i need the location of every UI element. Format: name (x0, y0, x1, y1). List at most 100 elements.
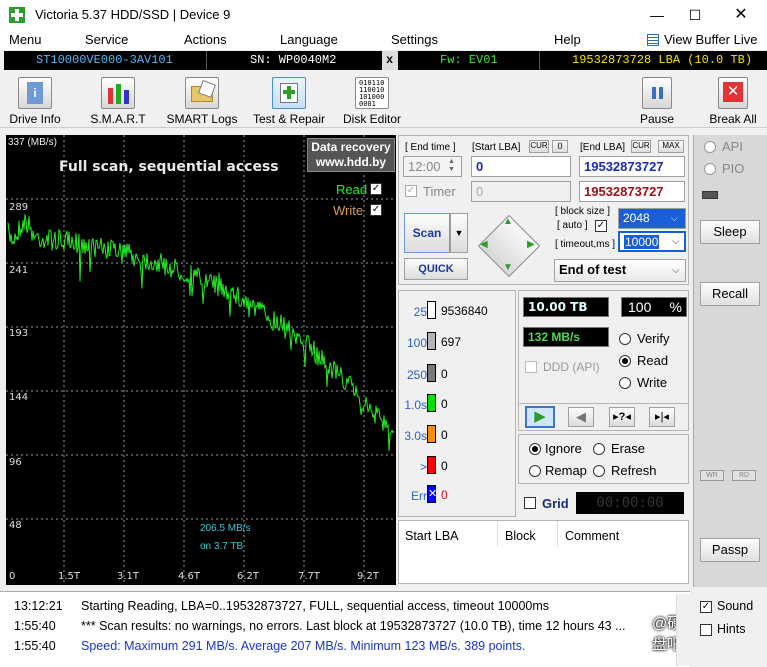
legend-swatch (427, 394, 436, 412)
sound-checkbox[interactable]: ✓ (700, 601, 712, 613)
end-max-button[interactable]: MAX (658, 140, 684, 153)
latency-legend-panel: 25 9536840 100 697 250 0 1.0s 0 3.0s 0 >0 Err ✕ 0 (398, 290, 516, 517)
view-buffer-live[interactable]: View Buffer Live (664, 32, 757, 47)
left-arrow-icon[interactable]: ◀ (480, 239, 488, 250)
log-row: 1:55:40 Speed: Maximum 291 MB/s. Average … (0, 635, 690, 655)
recall-button[interactable]: Recall (700, 282, 760, 306)
drive-capacity: 19532873728 LBA (10.0 TB) (572, 53, 753, 67)
pause-button[interactable]: Pause (632, 74, 682, 128)
end-cur-button[interactable]: CUR (631, 140, 651, 153)
write-legend-label: Write (333, 203, 364, 218)
block-size-label: [ block size ] (555, 206, 611, 217)
log-time: 1:55:40 (14, 639, 56, 653)
scan-dropdown-icon[interactable]: ▼ (450, 213, 468, 253)
timer-checkbox[interactable]: ✓ (405, 185, 417, 197)
end-of-test-select[interactable]: End of test (554, 259, 686, 282)
y-tick-label: 289 (9, 202, 29, 213)
passp-button[interactable]: Passp (700, 538, 760, 562)
verify-radio[interactable] (619, 333, 631, 345)
chevron-down-icon[interactable]: ⌵ (672, 236, 680, 247)
legend-label: 3.0s (404, 429, 427, 443)
smart-logs-button[interactable]: SMART Logs (165, 74, 239, 128)
timer-label: Timer (423, 184, 456, 199)
write-radio[interactable] (619, 377, 631, 389)
drive-serial: SN: WP0040M2 (250, 53, 337, 67)
end-time-label: [ End time ] (405, 142, 456, 153)
verify-label: Verify (637, 331, 670, 346)
sound-label: Sound (717, 599, 754, 613)
end-lba-input[interactable]: 19532873727 (579, 156, 685, 177)
start-lba-input[interactable]: 0 (471, 156, 571, 177)
legend-count: 9536840 (441, 304, 488, 318)
right-arrow-icon[interactable]: ▶ (527, 239, 535, 250)
log-panel: 13:12:21 Starting Reading, LBA=0..1953287… (0, 591, 690, 667)
menu-menu[interactable]: Menu (9, 32, 42, 47)
hdd-by-badge: Data recovery www.hdd.by (307, 138, 395, 172)
rd-button[interactable]: RD (732, 470, 756, 481)
erase-radio[interactable] (593, 443, 605, 455)
y-tick-label: 241 (9, 265, 29, 276)
legend-row: 3.0s 0 (399, 425, 519, 449)
refresh-radio[interactable] (593, 465, 605, 477)
ignore-radio[interactable] (529, 443, 541, 455)
legend-swatch (427, 456, 436, 474)
read-legend-label: Read (336, 182, 368, 197)
menu-help[interactable]: Help (554, 32, 581, 47)
grid-checkbox[interactable] (524, 497, 536, 509)
start-zero-button[interactable]: 0 (552, 140, 568, 153)
test-repair-button[interactable]: Test & Repair (250, 74, 328, 128)
y-tick-label: 96 (9, 457, 22, 468)
logs-folder-icon (185, 77, 219, 109)
read-legend-checkbox[interactable]: ✓ (370, 183, 382, 195)
legend-label: Err (411, 489, 427, 503)
legend-label: 100 (406, 336, 427, 350)
menu-language[interactable]: Language (280, 32, 338, 47)
play-forward-icon[interactable]: ▶ (525, 406, 555, 428)
remap-radio[interactable] (529, 465, 541, 477)
chevron-down-icon[interactable]: ⌵ (672, 265, 680, 276)
chevron-down-icon[interactable]: ⌵ (671, 213, 678, 224)
menu-settings[interactable]: Settings (391, 32, 438, 47)
x-tick-label: 6.2T (237, 571, 260, 582)
read-radio[interactable] (619, 355, 631, 367)
legend-swatch (427, 364, 436, 382)
break-all-button[interactable]: ✕ Break All (705, 74, 761, 128)
drive-info-button[interactable]: i Drive Info (4, 74, 66, 128)
scan-button[interactable]: Scan (404, 213, 450, 253)
auto-checkbox[interactable]: ✓ (595, 220, 607, 232)
quick-button[interactable]: QUICK (404, 258, 468, 280)
repair-action-panel: Ignore Erase Remap Refresh (518, 434, 689, 484)
close-icon[interactable]: ✕ (722, 0, 760, 30)
serial-clear-button[interactable]: x (386, 53, 393, 67)
api-radio[interactable] (704, 141, 716, 153)
smart-button[interactable]: S.M.A.R.T (84, 74, 152, 128)
disk-editor-button[interactable]: 010110 110010 101000 0001 Disk Editor (339, 74, 405, 128)
write-legend-checkbox[interactable]: ✓ (370, 204, 382, 216)
pio-radio[interactable] (704, 163, 716, 175)
legend-swatch: ✕ (427, 485, 437, 503)
log-time: 13:12:21 (14, 599, 63, 613)
timer-input[interactable]: 0 (471, 181, 571, 202)
time-spinner-icon[interactable]: ▲ ▼ (448, 158, 455, 174)
menu-actions[interactable]: Actions (184, 32, 227, 47)
start-cur-button[interactable]: CUR (529, 140, 549, 153)
seek-direction-pad[interactable]: ▲ ▼ ◀ ▶ (477, 214, 541, 278)
log-scrollbar[interactable] (676, 594, 690, 666)
butterfly-seek-icon[interactable]: ▸|◂ (649, 407, 675, 427)
pause-icon (642, 77, 672, 109)
random-seek-icon[interactable]: ▸?◂ (609, 407, 635, 427)
wr-button[interactable]: WR (700, 470, 724, 481)
up-arrow-icon[interactable]: ▲ (503, 216, 513, 227)
play-backward-icon[interactable]: ◀ (568, 407, 594, 427)
maximize-icon[interactable]: ☐ (676, 0, 714, 30)
binary-icon: 010110 110010 101000 0001 (355, 77, 389, 109)
avg-speed-label: 206.5 MB/s (200, 523, 251, 534)
ddd-api-checkbox[interactable] (525, 361, 537, 373)
sleep-button[interactable]: Sleep (700, 220, 760, 244)
down-arrow-icon[interactable]: ▼ (503, 262, 513, 273)
menu-service[interactable]: Service (85, 32, 128, 47)
minimize-icon[interactable]: — (638, 0, 676, 30)
x-tick-label: 3.1T (117, 571, 140, 582)
read-label: Read (637, 353, 669, 368)
hints-checkbox[interactable] (700, 624, 712, 636)
